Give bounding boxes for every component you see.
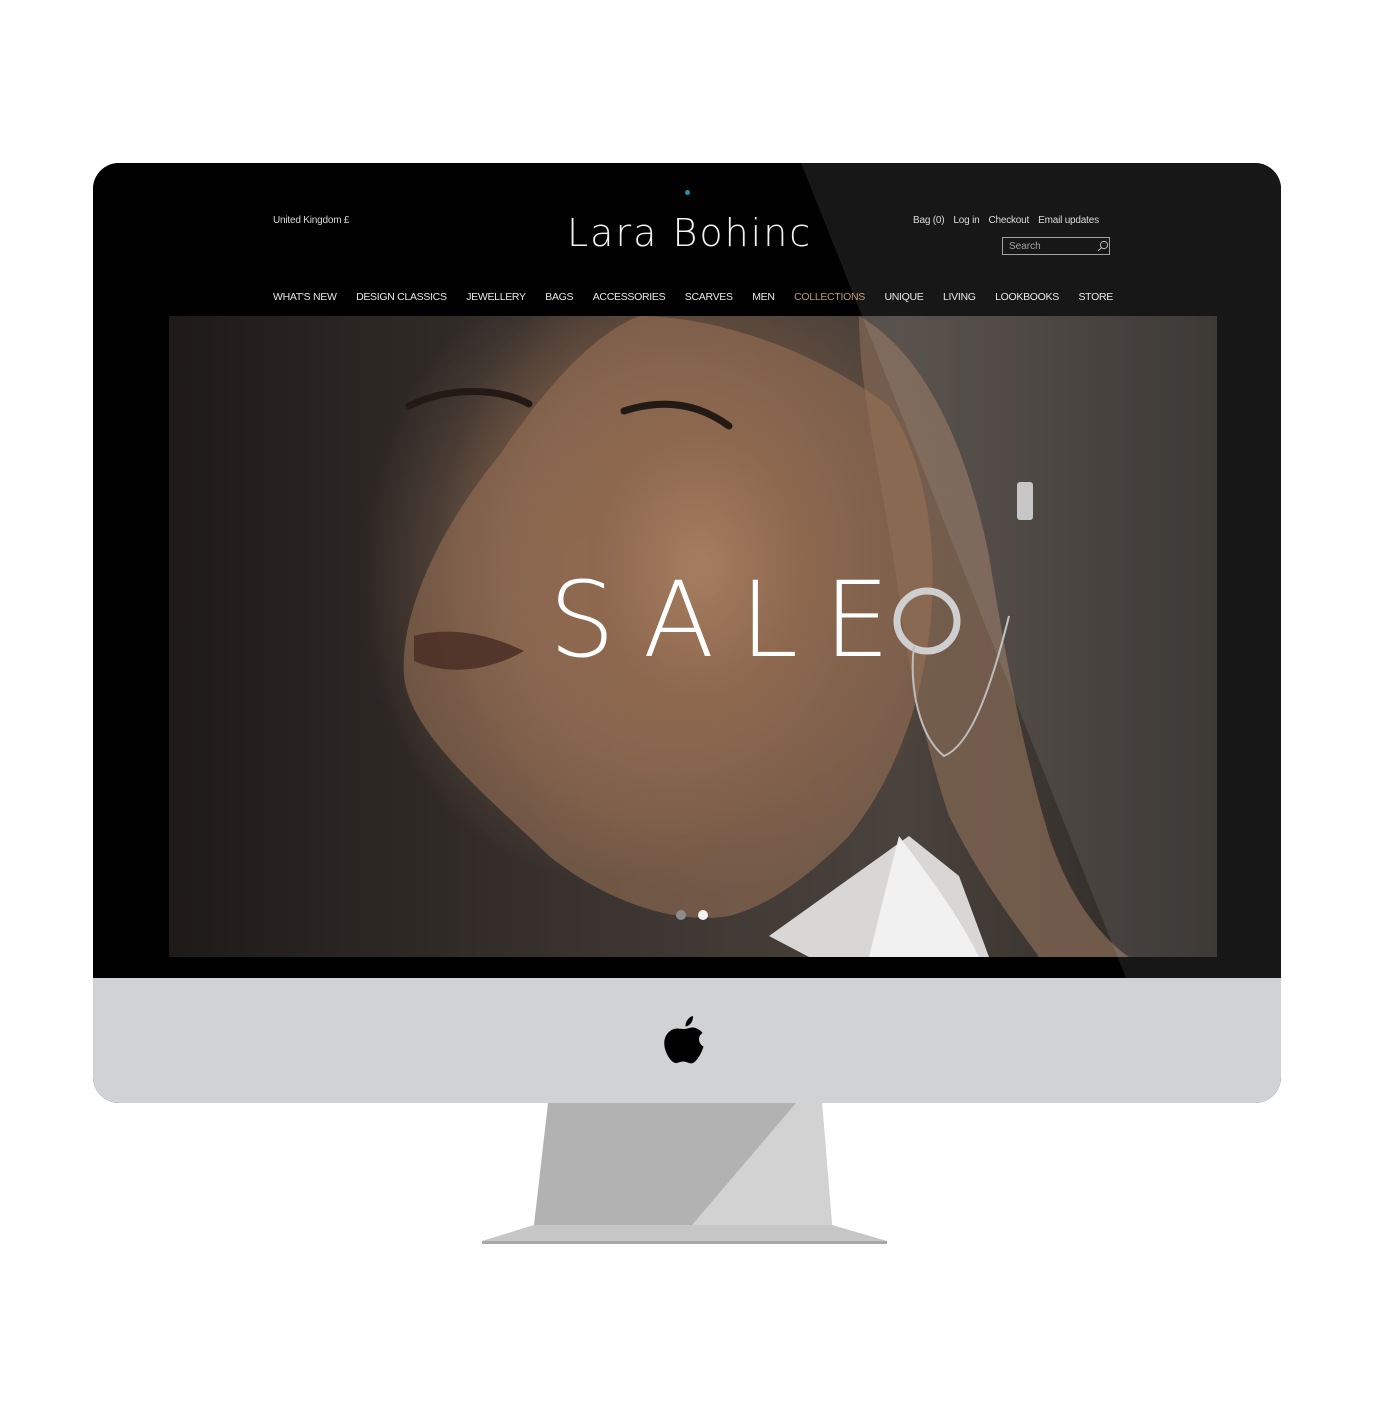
nav-item-lookbooks[interactable]: LOOKBOOKS bbox=[995, 291, 1059, 303]
main-nav: WHAT'S NEW DESIGN CLASSICS JEWELLERY BAG… bbox=[273, 291, 1113, 303]
camera-icon bbox=[685, 190, 690, 195]
nav-item-unique[interactable]: UNIQUE bbox=[884, 291, 923, 303]
search-box bbox=[1002, 237, 1110, 255]
nav-item-living[interactable]: LIVING bbox=[943, 291, 976, 303]
hero-banner[interactable]: SALE bbox=[169, 316, 1217, 957]
nav-item-scarves[interactable]: SCARVES bbox=[685, 291, 733, 303]
brand-logo[interactable]: Lara Bohinc bbox=[567, 211, 812, 255]
bag-link[interactable]: Bag (0) bbox=[913, 215, 945, 226]
nav-item-design-classics[interactable]: DESIGN CLASSICS bbox=[356, 291, 447, 303]
nav-item-store[interactable]: STORE bbox=[1078, 291, 1113, 303]
hero-headline: SALE bbox=[549, 559, 916, 681]
country-currency-selector[interactable]: United Kingdom £ bbox=[273, 215, 349, 226]
login-link[interactable]: Log in bbox=[953, 215, 979, 226]
nav-item-men[interactable]: MEN bbox=[752, 291, 775, 303]
nav-item-whats-new[interactable]: WHAT'S NEW bbox=[273, 291, 337, 303]
imac-stand bbox=[482, 1103, 887, 1244]
nav-item-collections[interactable]: COLLECTIONS bbox=[794, 291, 865, 303]
carousel-dots bbox=[676, 910, 708, 920]
checkout-link[interactable]: Checkout bbox=[988, 215, 1029, 226]
search-icon[interactable] bbox=[1097, 239, 1109, 253]
carousel-dot-1[interactable] bbox=[676, 910, 686, 920]
imac-display: United Kingdom £ Lara Bohinc Bag (0) Log… bbox=[93, 163, 1281, 1103]
imac-chin bbox=[93, 978, 1281, 1103]
apple-logo-icon bbox=[664, 1016, 704, 1064]
nav-item-jewellery[interactable]: JEWELLERY bbox=[466, 291, 526, 303]
utility-links: Bag (0) Log in Checkout Email updates bbox=[913, 215, 1099, 226]
nav-item-accessories[interactable]: ACCESSORIES bbox=[593, 291, 666, 303]
search-input[interactable] bbox=[1003, 240, 1097, 252]
nav-item-bags[interactable]: BAGS bbox=[545, 291, 573, 303]
carousel-dot-2[interactable] bbox=[698, 910, 708, 920]
website-screen: United Kingdom £ Lara Bohinc Bag (0) Log… bbox=[93, 163, 1281, 978]
email-updates-link[interactable]: Email updates bbox=[1038, 215, 1099, 226]
